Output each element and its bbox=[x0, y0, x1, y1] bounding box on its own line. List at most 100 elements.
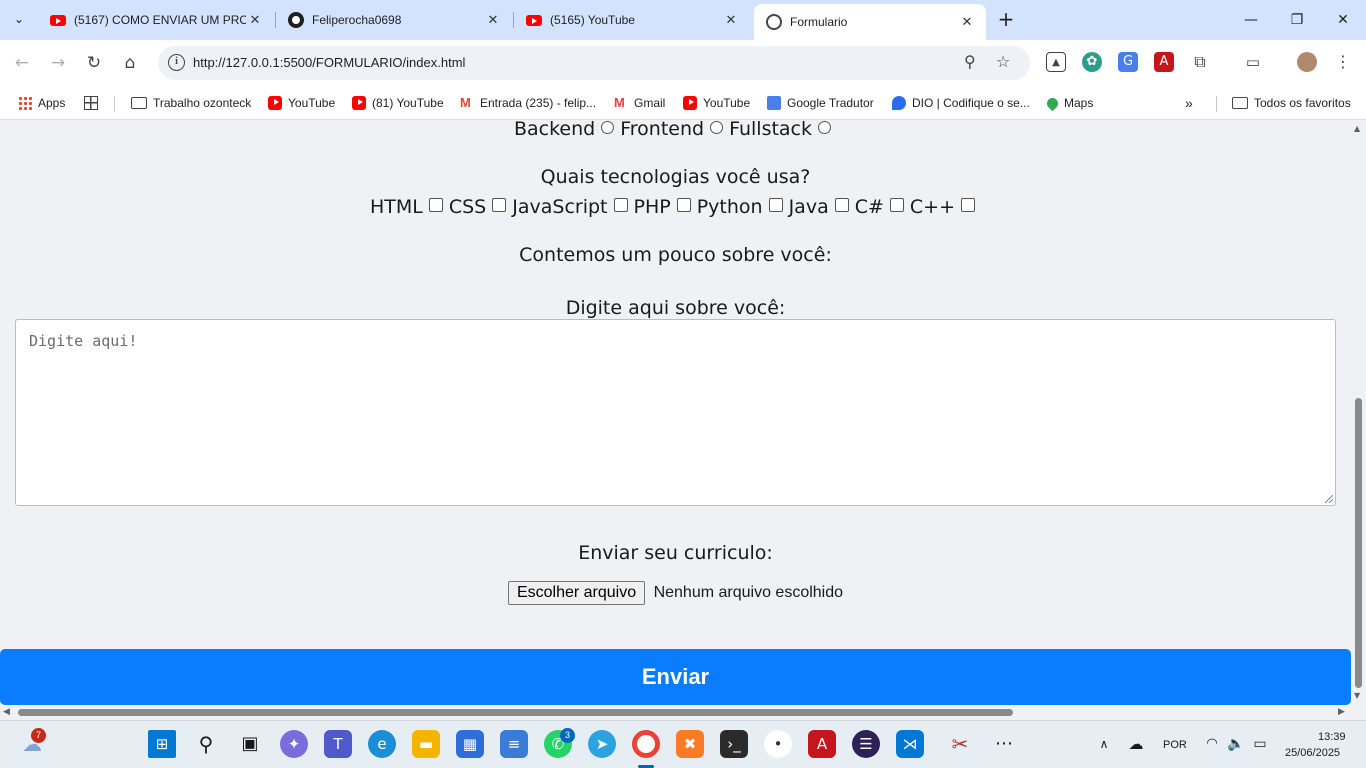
onedrive-icon[interactable]: ☁ bbox=[1122, 730, 1150, 758]
tech-checkbox-html[interactable] bbox=[428, 198, 443, 212]
about-textarea[interactable]: Digite aqui! bbox=[15, 319, 1336, 506]
edge-icon[interactable]: e bbox=[368, 730, 396, 758]
cast-icon[interactable]: ▭ bbox=[1243, 52, 1263, 72]
bookmarks-bar: Apps Trabalho ozonteck YouTube (81) YouT… bbox=[0, 86, 1366, 120]
scroll-down-icon[interactable]: ▼ bbox=[1354, 691, 1360, 700]
teams-icon[interactable]: T bbox=[324, 730, 352, 758]
site-info-icon[interactable]: i bbox=[168, 54, 185, 71]
new-tab-button[interactable]: + bbox=[994, 8, 1018, 32]
terminal-icon[interactable]: ›_ bbox=[720, 730, 748, 758]
bookmark-youtube[interactable]: YouTube bbox=[268, 93, 335, 113]
vertical-scrollbar[interactable]: ▲ ▼ bbox=[1351, 121, 1366, 705]
tech-checkbox-css[interactable] bbox=[492, 198, 507, 212]
submit-button[interactable]: Enviar bbox=[0, 649, 1351, 705]
bookmarks-overflow-button[interactable]: » bbox=[1185, 93, 1193, 113]
restore-button[interactable]: ❐ bbox=[1274, 0, 1320, 40]
bookmark-apps[interactable]: Apps bbox=[18, 93, 65, 113]
task-view-icon[interactable]: ▣ bbox=[236, 730, 264, 758]
close-icon[interactable]: ✕ bbox=[958, 14, 976, 30]
horizontal-scrollbar[interactable]: ◀ ▶ bbox=[0, 705, 1351, 720]
zoom-icon[interactable]: ⚲ bbox=[964, 52, 976, 71]
tech-checkbox-java[interactable] bbox=[834, 198, 849, 212]
acrobat-icon[interactable]: A bbox=[808, 730, 836, 758]
xampp-icon[interactable]: ✖ bbox=[676, 730, 704, 758]
clock-date[interactable]: 25/06/2025 bbox=[1285, 747, 1340, 759]
bookmark-gmail[interactable]: M Gmail bbox=[614, 93, 665, 113]
chrome-icon[interactable] bbox=[632, 730, 660, 758]
bookmark-label: DIO | Codifique o se... bbox=[912, 96, 1030, 110]
taskbar: ☁ 7 ⊞ ⚲ ▣ ✦ T e ▬ ▦ ≡ ✆ 3 ➤ ✖ ›_ • A ☰ ⋊… bbox=[0, 720, 1366, 768]
close-window-button[interactable]: ✕ bbox=[1320, 0, 1366, 40]
copilot-icon[interactable]: ✦ bbox=[280, 730, 308, 758]
url-text[interactable]: http://127.0.0.1:5500/FORMULARIO/index.h… bbox=[193, 55, 465, 70]
bookmark-label: Trabalho ozonteck bbox=[153, 96, 252, 110]
tech-checkbox-csharp[interactable] bbox=[889, 198, 904, 212]
forward-button[interactable]: → bbox=[44, 49, 72, 77]
store-icon[interactable]: ▦ bbox=[456, 730, 484, 758]
search-icon[interactable]: ⚲ bbox=[192, 730, 220, 758]
dio-icon bbox=[892, 96, 906, 110]
acrobat-extension-icon[interactable]: A bbox=[1154, 52, 1174, 72]
tech-checkbox-php[interactable] bbox=[676, 198, 691, 212]
all-bookmarks-button[interactable]: Todos os favoritos bbox=[1232, 93, 1351, 113]
scroll-right-icon[interactable]: ▶ bbox=[1338, 707, 1345, 717]
reload-button[interactable]: ↻ bbox=[80, 49, 108, 77]
address-bar[interactable]: i http://127.0.0.1:5500/FORMULARIO/index… bbox=[158, 46, 1030, 80]
avatar[interactable] bbox=[1297, 52, 1317, 72]
tech-checkbox-javascript[interactable] bbox=[613, 198, 628, 212]
bookmark-grid[interactable] bbox=[84, 93, 104, 113]
windows-start-icon[interactable]: ⊞ bbox=[148, 730, 176, 758]
notepad-icon[interactable]: ≡ bbox=[500, 730, 528, 758]
bookmark-google-tradutor[interactable]: Google Tradutor bbox=[767, 93, 874, 113]
role-radio-backend[interactable] bbox=[601, 121, 615, 134]
tab-2[interactable]: (5165) YouTube ✕ bbox=[514, 0, 750, 40]
tray-overflow-icon[interactable]: ∧ bbox=[1090, 730, 1118, 758]
minimize-button[interactable]: — bbox=[1228, 0, 1274, 40]
close-icon[interactable]: ✕ bbox=[722, 12, 740, 28]
choose-file-button[interactable]: Escolher arquivo bbox=[507, 581, 646, 605]
gmail-icon: M bbox=[460, 95, 471, 110]
bookmark-entrada[interactable]: M Entrada (235) - felip... bbox=[460, 93, 596, 113]
eclipse-icon[interactable]: ☰ bbox=[852, 730, 880, 758]
bookmark-dio[interactable]: DIO | Codifique o se... bbox=[892, 93, 1030, 113]
scroll-up-icon[interactable]: ▲ bbox=[1354, 124, 1360, 133]
snipping-tool-icon[interactable]: ✂ bbox=[946, 730, 974, 758]
vscode-icon[interactable]: ⋊ bbox=[896, 730, 924, 758]
more-apps-icon[interactable]: ⋯ bbox=[990, 730, 1018, 758]
bookmark-label: Google Tradutor bbox=[787, 96, 874, 110]
tab-0[interactable]: (5167) COMO ENVIAR UM PRO ✕ bbox=[38, 0, 274, 40]
chatgpt-extension-icon[interactable]: ✿ bbox=[1082, 52, 1102, 72]
home-button[interactable]: ⌂ bbox=[116, 49, 144, 77]
bookmark-youtube-2[interactable]: YouTube bbox=[683, 93, 750, 113]
resize-grip-icon[interactable] bbox=[1325, 495, 1333, 503]
close-icon[interactable]: ✕ bbox=[246, 12, 264, 28]
bookmark-maps[interactable]: Maps bbox=[1044, 93, 1093, 113]
tab-1[interactable]: Feliperocha0698 ✕ bbox=[276, 0, 512, 40]
tech-option-csharp: C# bbox=[855, 196, 910, 218]
file-explorer-icon[interactable]: ▬ bbox=[412, 730, 440, 758]
telegram-icon[interactable]: ➤ bbox=[588, 730, 616, 758]
back-button[interactable]: ← bbox=[8, 49, 36, 77]
remote-app-icon[interactable]: • bbox=[764, 730, 792, 758]
close-icon[interactable]: ✕ bbox=[484, 12, 502, 28]
language-indicator[interactable]: POR bbox=[1163, 739, 1187, 751]
menu-kebab-icon[interactable]: ⋮ bbox=[1333, 52, 1353, 72]
role-radio-fullstack[interactable] bbox=[818, 121, 832, 134]
role-radio-frontend[interactable] bbox=[710, 121, 724, 134]
extensions-puzzle-icon[interactable]: ⧉ bbox=[1190, 52, 1210, 72]
horizontal-scroll-thumb[interactable] bbox=[18, 709, 1013, 716]
battery-icon[interactable]: ▭ bbox=[1246, 730, 1274, 758]
clock-time[interactable]: 13:39 bbox=[1318, 731, 1346, 743]
tech-checkbox-python[interactable] bbox=[768, 198, 783, 212]
bookmark-folder-trabalho[interactable]: Trabalho ozonteck bbox=[131, 93, 251, 113]
vertical-scroll-thumb[interactable] bbox=[1355, 398, 1362, 688]
tech-checkbox-cpp[interactable] bbox=[961, 198, 976, 212]
image-extension-icon[interactable]: ▲ bbox=[1046, 52, 1066, 72]
bookmark-star-icon[interactable]: ☆ bbox=[996, 52, 1010, 71]
tab-search-button[interactable]: ⌄ bbox=[6, 6, 32, 32]
translate-extension-icon[interactable]: G bbox=[1118, 52, 1138, 72]
tab-3-active[interactable]: Formulario ✕ bbox=[754, 4, 986, 40]
scroll-left-icon[interactable]: ◀ bbox=[3, 707, 10, 717]
bookmark-youtube-81[interactable]: (81) YouTube bbox=[352, 93, 444, 113]
folder-icon bbox=[131, 97, 147, 109]
